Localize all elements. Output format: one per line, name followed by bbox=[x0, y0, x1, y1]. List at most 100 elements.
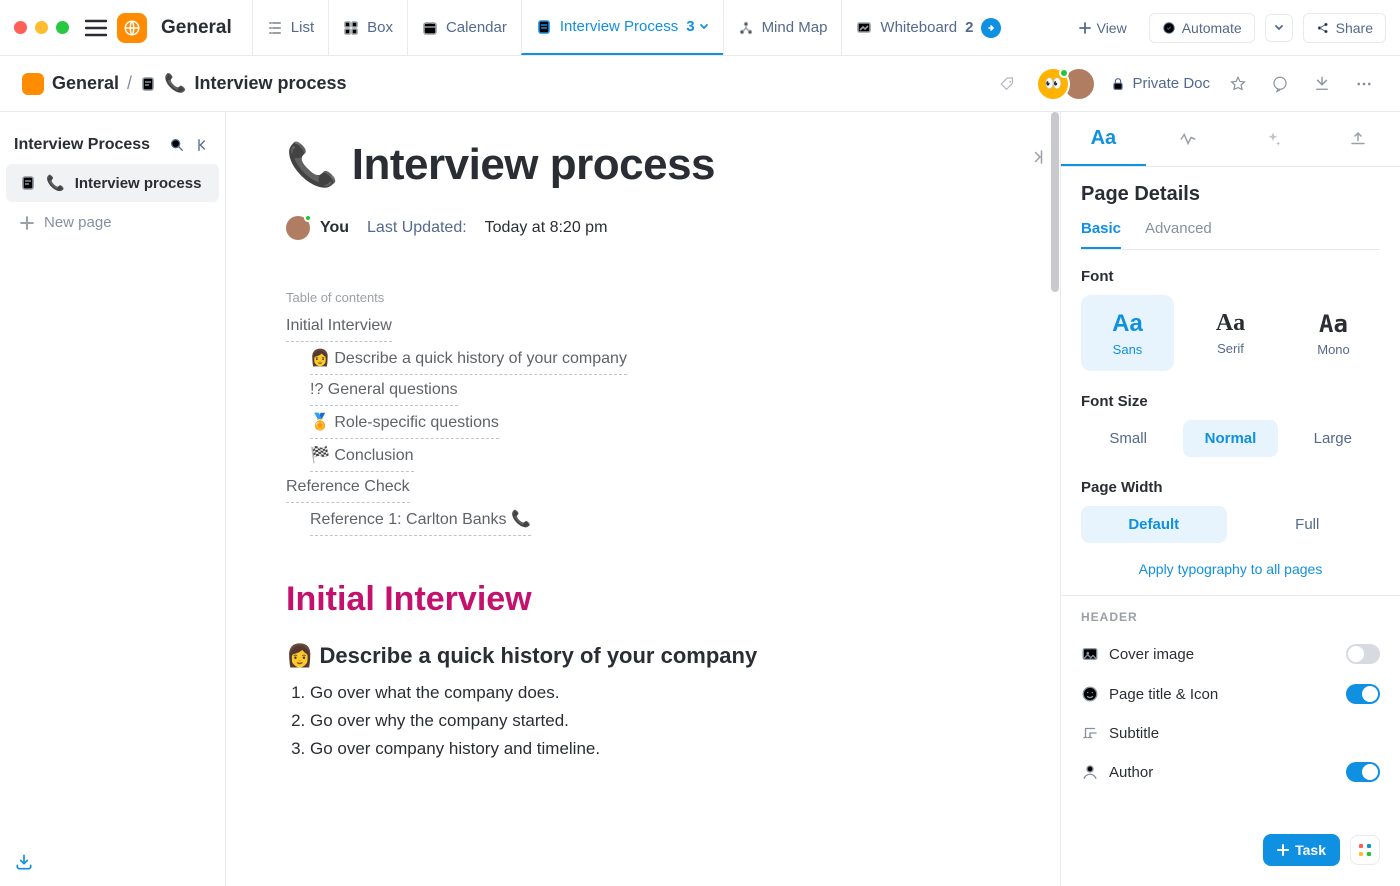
section-header: HEADER bbox=[1081, 610, 1380, 624]
top-actions: View Automate Share bbox=[1067, 13, 1386, 43]
menu-icon[interactable] bbox=[85, 19, 107, 37]
page-icon bbox=[20, 175, 36, 191]
visibility-button[interactable]: Private Doc bbox=[1110, 75, 1210, 92]
plus-icon bbox=[20, 216, 34, 230]
add-view-button[interactable]: View bbox=[1067, 14, 1139, 42]
maximize-window-button[interactable] bbox=[56, 21, 69, 34]
tab-list[interactable]: List bbox=[252, 0, 328, 55]
panel-tab-ai[interactable] bbox=[1231, 112, 1316, 166]
panel-tab-typography[interactable]: Aa bbox=[1061, 112, 1146, 166]
heading-2[interactable]: 👩 Describe a quick history of your compa… bbox=[286, 643, 1000, 669]
automate-chevron[interactable] bbox=[1265, 14, 1293, 42]
view-tabs: List Box Calendar Interview Process 3 Mi… bbox=[252, 0, 1016, 55]
document-pane: 📞 Interview process You Last Updated: To… bbox=[226, 112, 1060, 886]
breadcrumb-root[interactable]: General bbox=[52, 73, 119, 94]
automate-button[interactable]: Automate bbox=[1149, 13, 1255, 43]
width-default[interactable]: Default bbox=[1081, 506, 1227, 543]
tab-box[interactable]: Box bbox=[328, 0, 407, 55]
avatar[interactable] bbox=[286, 216, 310, 240]
more-icon[interactable] bbox=[1350, 70, 1378, 98]
tab-mindmap[interactable]: Mind Map bbox=[723, 0, 842, 55]
tab-whiteboard[interactable]: Whiteboard 2 bbox=[841, 0, 1015, 55]
toc-link[interactable]: Reference 1: Carlton Banks 📞 bbox=[310, 503, 531, 536]
list-item[interactable]: Go over company history and timeline. bbox=[310, 735, 1000, 763]
toc-link[interactable]: 🏅 Role-specific questions bbox=[310, 406, 499, 439]
subtab-basic[interactable]: Basic bbox=[1081, 220, 1121, 249]
tab-mindmap-label: Mind Map bbox=[762, 19, 828, 36]
plus-icon bbox=[1277, 844, 1289, 856]
tab-whiteboard-count: 2 bbox=[965, 19, 973, 36]
sidebar-new-page-label: New page bbox=[44, 214, 112, 231]
panel-tab-activity[interactable] bbox=[1146, 112, 1231, 166]
avatar[interactable]: 👀 bbox=[1036, 67, 1070, 101]
apps-button[interactable] bbox=[1350, 835, 1380, 865]
share-button[interactable]: Share bbox=[1303, 13, 1386, 43]
font-serif[interactable]: Aa Serif bbox=[1184, 295, 1277, 371]
import-icon[interactable] bbox=[14, 852, 34, 872]
size-normal[interactable]: Normal bbox=[1183, 420, 1277, 457]
toc-link[interactable]: 👩 Describe a quick history of your compa… bbox=[310, 342, 627, 375]
divider bbox=[1061, 595, 1400, 596]
tab-interview-process[interactable]: Interview Process 3 bbox=[521, 0, 723, 55]
sidebar-new-page[interactable]: New page bbox=[6, 204, 219, 241]
window-controls bbox=[14, 21, 69, 34]
workspace-name[interactable]: General bbox=[161, 17, 232, 39]
updated-value: Today at 8:20 pm bbox=[485, 219, 608, 237]
tab-calendar[interactable]: Calendar bbox=[407, 0, 521, 55]
image-icon bbox=[1081, 645, 1099, 663]
toggle-cover-image[interactable] bbox=[1346, 644, 1380, 664]
scrollbar[interactable] bbox=[1050, 112, 1060, 886]
breadcrumb-page[interactable]: Interview process bbox=[194, 73, 346, 94]
workspace-mini-badge[interactable] bbox=[22, 73, 44, 95]
list-item[interactable]: Go over why the company started. bbox=[310, 707, 1000, 735]
breadcrumb-sep: / bbox=[127, 73, 132, 94]
collapse-sidebar-icon[interactable] bbox=[195, 137, 211, 153]
visibility-label: Private Doc bbox=[1132, 75, 1210, 92]
arrow-right-circle-icon[interactable] bbox=[981, 18, 1001, 38]
body: Interview Process 📞 Interview process Ne… bbox=[0, 112, 1400, 886]
toggle-page-title-icon[interactable] bbox=[1346, 684, 1380, 704]
width-full[interactable]: Full bbox=[1235, 506, 1381, 543]
fontsize-options: Small Normal Large bbox=[1081, 420, 1380, 457]
toc-link[interactable]: Initial Interview bbox=[286, 311, 392, 342]
tab-interview-count: 3 bbox=[686, 18, 708, 35]
tag-icon[interactable] bbox=[994, 70, 1022, 98]
font-sans[interactable]: Aa Sans bbox=[1081, 295, 1174, 371]
page-title[interactable]: 📞 Interview process bbox=[286, 140, 1000, 190]
toggle-author[interactable] bbox=[1346, 762, 1380, 782]
toc-link[interactable]: !? General questions bbox=[310, 375, 458, 406]
presence-dot-icon bbox=[1059, 68, 1069, 78]
new-task-button[interactable]: Task bbox=[1263, 834, 1340, 866]
scroll-thumb[interactable] bbox=[1051, 112, 1059, 292]
list-item[interactable]: Go over what the company does. bbox=[310, 679, 1000, 707]
person-icon bbox=[1081, 763, 1099, 781]
page-icon bbox=[140, 76, 156, 92]
pagewidth-options: Default Full bbox=[1081, 506, 1380, 543]
size-large[interactable]: Large bbox=[1286, 420, 1380, 457]
collapse-panel-icon[interactable] bbox=[1028, 148, 1046, 166]
close-window-button[interactable] bbox=[14, 21, 27, 34]
star-icon[interactable] bbox=[1224, 70, 1252, 98]
toc-link[interactable]: 🏁 Conclusion bbox=[310, 439, 414, 472]
apply-typography-link[interactable]: Apply typography to all pages bbox=[1081, 561, 1380, 577]
font-mono[interactable]: Aa Mono bbox=[1287, 295, 1380, 371]
minimize-window-button[interactable] bbox=[35, 21, 48, 34]
toc-link[interactable]: Reference Check bbox=[286, 472, 410, 503]
search-icon[interactable] bbox=[169, 137, 185, 153]
heading-1[interactable]: Initial Interview bbox=[286, 580, 1000, 619]
workspace-badge[interactable] bbox=[117, 13, 147, 43]
row-author: Author bbox=[1081, 752, 1380, 782]
breadcrumb-actions: 👀 Private Doc bbox=[994, 67, 1378, 101]
comment-icon[interactable] bbox=[1266, 70, 1294, 98]
phone-icon: 📞 bbox=[46, 174, 65, 192]
size-small[interactable]: Small bbox=[1081, 420, 1175, 457]
table-of-contents: Initial Interview 👩 Describe a quick his… bbox=[286, 311, 1000, 536]
tab-whiteboard-label: Whiteboard bbox=[880, 19, 957, 36]
download-icon[interactable] bbox=[1308, 70, 1336, 98]
subtab-advanced[interactable]: Advanced bbox=[1145, 220, 1212, 249]
panel-tab-export[interactable] bbox=[1315, 112, 1400, 166]
collaborator-avatars: 👀 bbox=[1036, 67, 1096, 101]
add-view-label: View bbox=[1097, 20, 1127, 36]
sidebar-item-interview[interactable]: 📞 Interview process bbox=[6, 164, 219, 202]
ordered-list[interactable]: Go over what the company does. Go over w… bbox=[286, 679, 1000, 763]
